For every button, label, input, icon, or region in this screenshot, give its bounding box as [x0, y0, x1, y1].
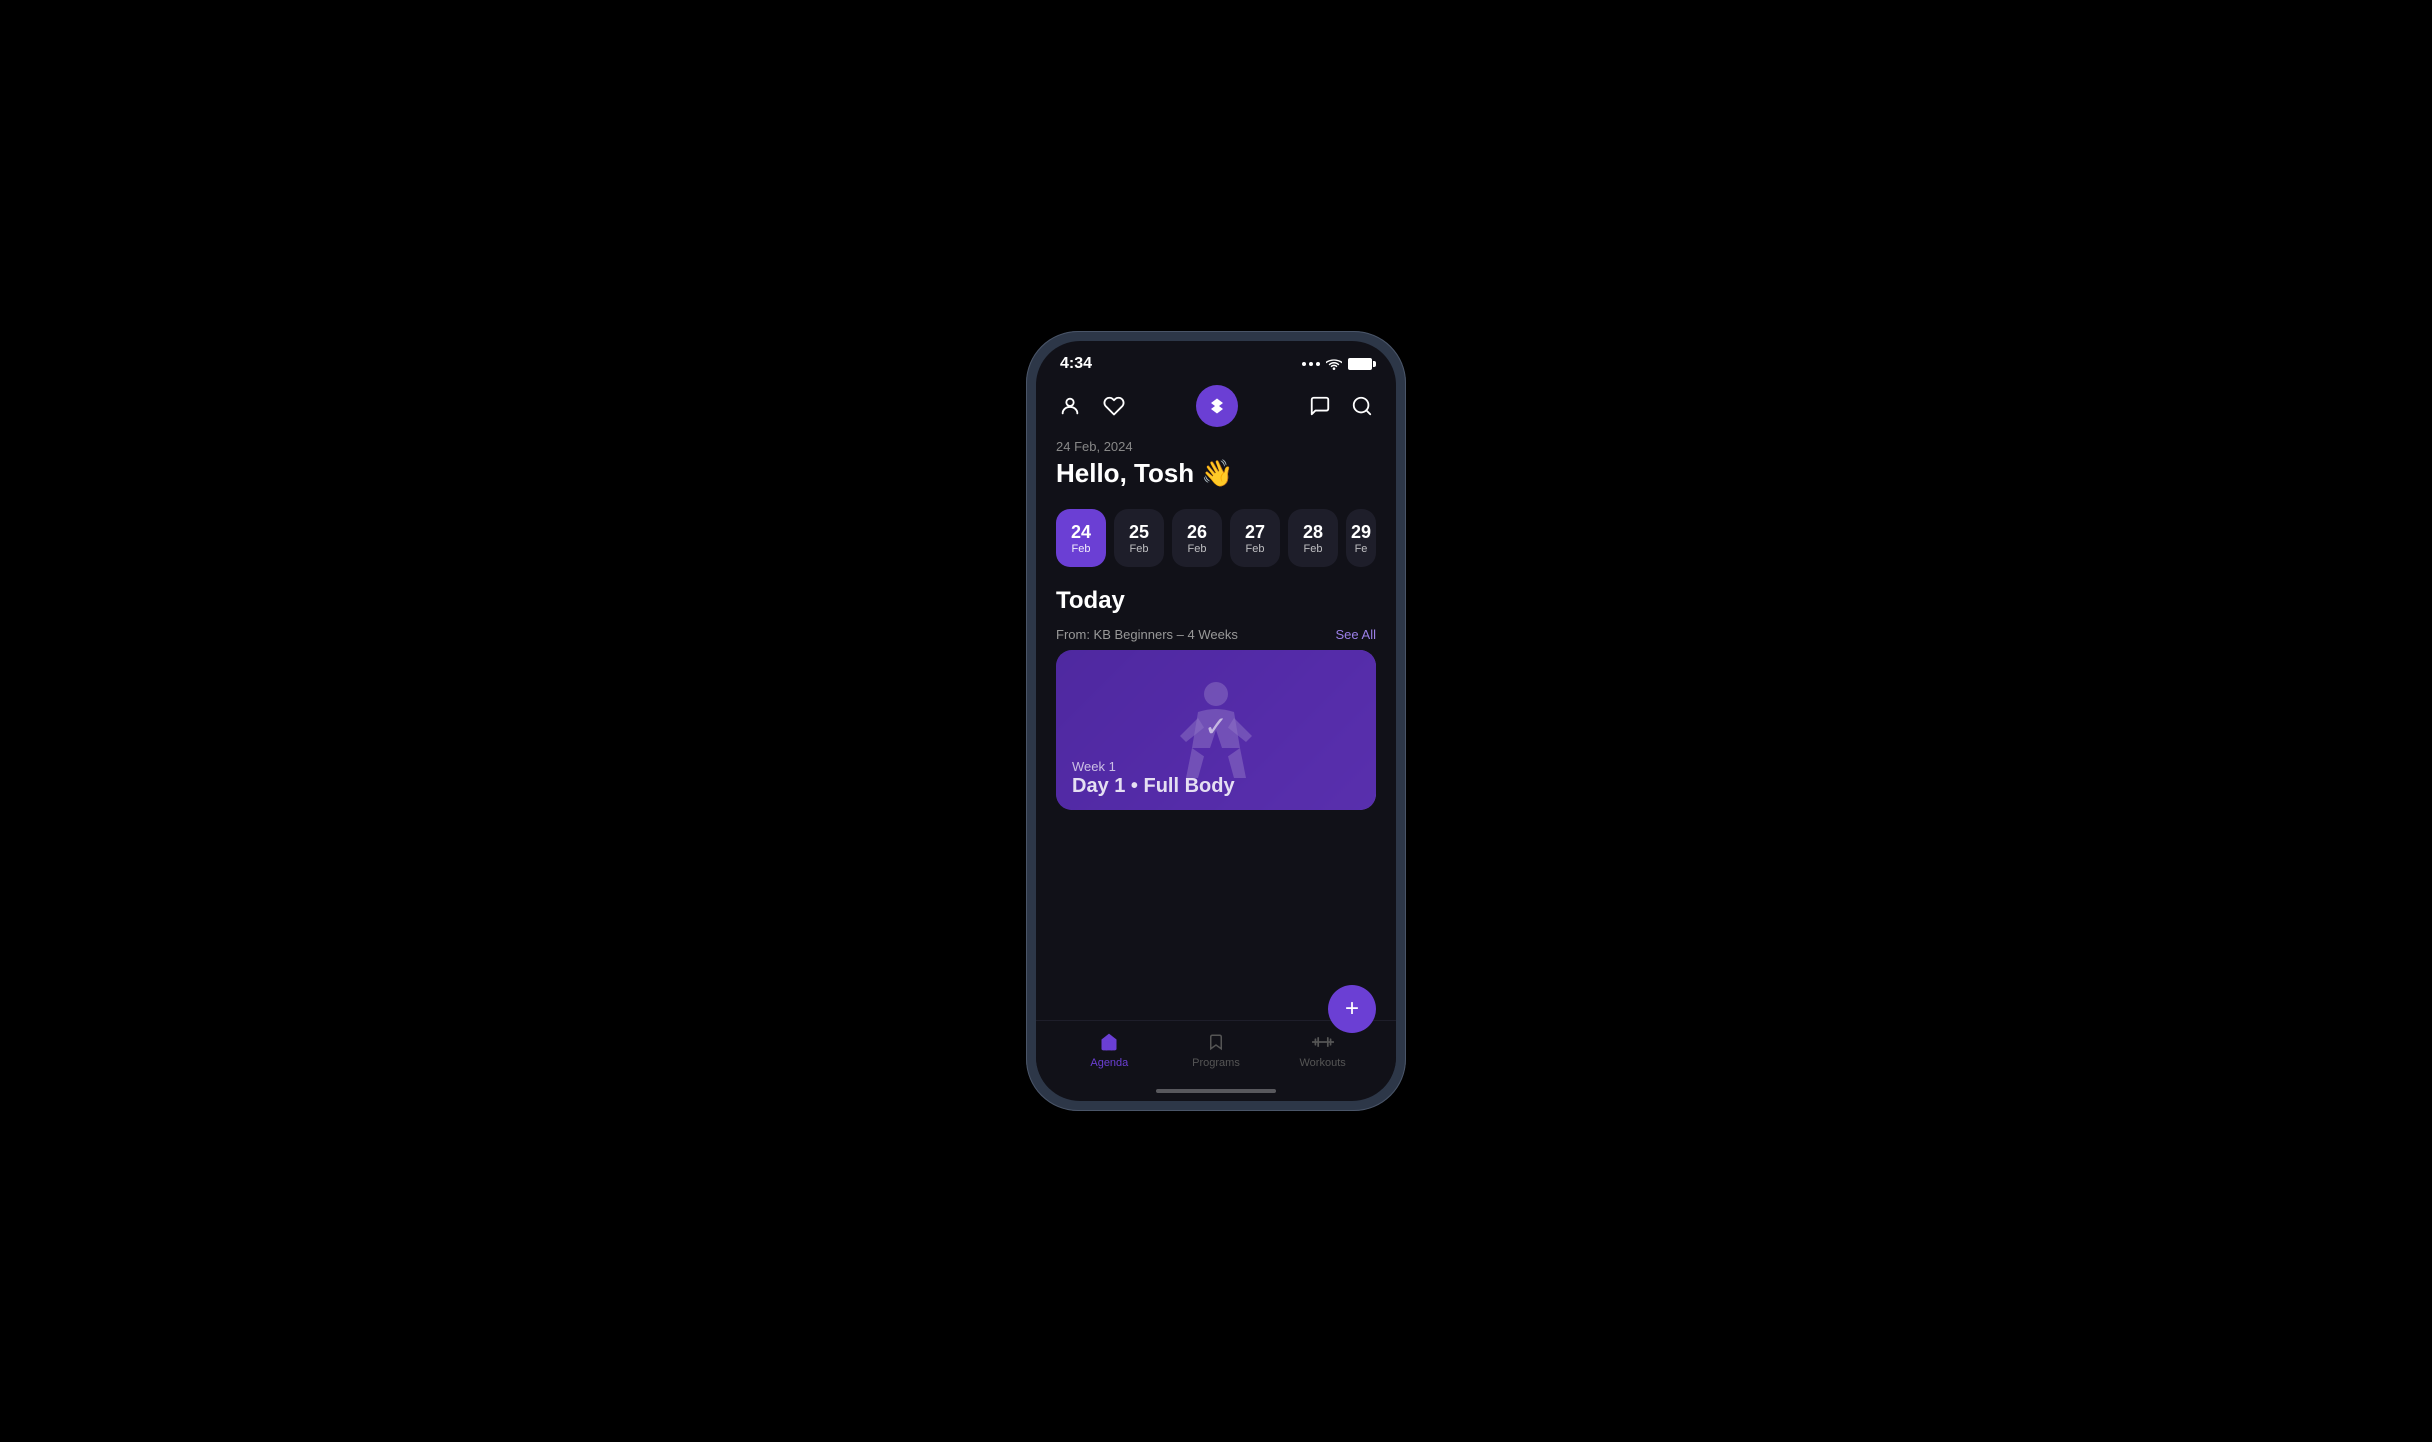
date-num: 26: [1187, 522, 1207, 543]
search-icon[interactable]: [1348, 392, 1376, 420]
logo-badge[interactable]: [1196, 385, 1238, 427]
battery-icon: [1348, 358, 1372, 370]
tab-programs-label: Programs: [1192, 1057, 1240, 1069]
fab-container: +: [1328, 985, 1376, 1033]
date-month: Feb: [1130, 543, 1149, 555]
greeting-text: Hello, Tosh 👋: [1056, 458, 1376, 489]
workout-card[interactable]: ✓ Week 1 Day 1 • Full Body: [1056, 650, 1376, 810]
see-all-button[interactable]: See All: [1336, 627, 1376, 642]
date-item-25[interactable]: 25 Feb: [1114, 509, 1164, 567]
card-from-label: From: KB Beginners – 4 Weeks: [1056, 627, 1238, 642]
date-num: 25: [1129, 522, 1149, 543]
date-num: 29: [1351, 522, 1371, 543]
date-month: Feb: [1188, 543, 1207, 555]
workouts-icon: [1312, 1031, 1334, 1053]
date-item-27[interactable]: 27 Feb: [1230, 509, 1280, 567]
status-time: 4:34: [1060, 355, 1092, 373]
date-item-29[interactable]: 29 Fe: [1346, 509, 1376, 567]
workout-week: Week 1: [1072, 759, 1116, 774]
tab-programs[interactable]: Programs: [1186, 1031, 1246, 1069]
date-strip: 24 Feb 25 Feb 26 Feb 27 Feb 28 Feb: [1056, 509, 1376, 567]
date-num: 28: [1303, 522, 1323, 543]
main-content: 24 Feb, 2024 Hello, Tosh 👋 24 Feb 25 Feb…: [1036, 439, 1396, 1020]
status-icons: [1302, 358, 1372, 370]
date-item-28[interactable]: 28 Feb: [1288, 509, 1338, 567]
cellular-icon: [1302, 362, 1320, 366]
tab-workouts-label: Workouts: [1300, 1057, 1346, 1069]
date-label: 24 Feb, 2024: [1056, 439, 1376, 454]
tab-agenda[interactable]: Agenda: [1079, 1031, 1139, 1069]
date-num: 27: [1245, 522, 1265, 543]
chat-icon[interactable]: [1306, 392, 1334, 420]
favorites-icon[interactable]: [1100, 392, 1128, 420]
date-item-26[interactable]: 26 Feb: [1172, 509, 1222, 567]
wifi-icon: [1326, 358, 1342, 370]
checkmark-icon: ✓: [1204, 710, 1227, 743]
date-month: Feb: [1072, 543, 1091, 555]
home-indicator: [1156, 1089, 1276, 1093]
nav-left: [1056, 392, 1128, 420]
status-bar: 4:34: [1036, 341, 1396, 377]
tab-workouts[interactable]: Workouts: [1293, 1031, 1353, 1069]
date-num: 24: [1071, 522, 1091, 543]
card-header: From: KB Beginners – 4 Weeks See All: [1056, 627, 1376, 642]
programs-icon: [1205, 1031, 1227, 1053]
agenda-icon: [1098, 1031, 1120, 1053]
date-month: Feb: [1246, 543, 1265, 555]
profile-icon[interactable]: [1056, 392, 1084, 420]
phone-frame: 4:34: [1026, 331, 1406, 1111]
date-item-24[interactable]: 24 Feb: [1056, 509, 1106, 567]
section-title: Today: [1056, 587, 1376, 615]
workout-title: Day 1 • Full Body: [1072, 775, 1235, 798]
date-month: Feb: [1304, 543, 1323, 555]
nav-right: [1306, 392, 1376, 420]
phone-screen: 4:34: [1036, 341, 1396, 1101]
header-nav: [1036, 377, 1396, 439]
add-button[interactable]: +: [1328, 985, 1376, 1033]
date-month: Fe: [1355, 543, 1368, 555]
tab-agenda-label: Agenda: [1090, 1057, 1128, 1069]
